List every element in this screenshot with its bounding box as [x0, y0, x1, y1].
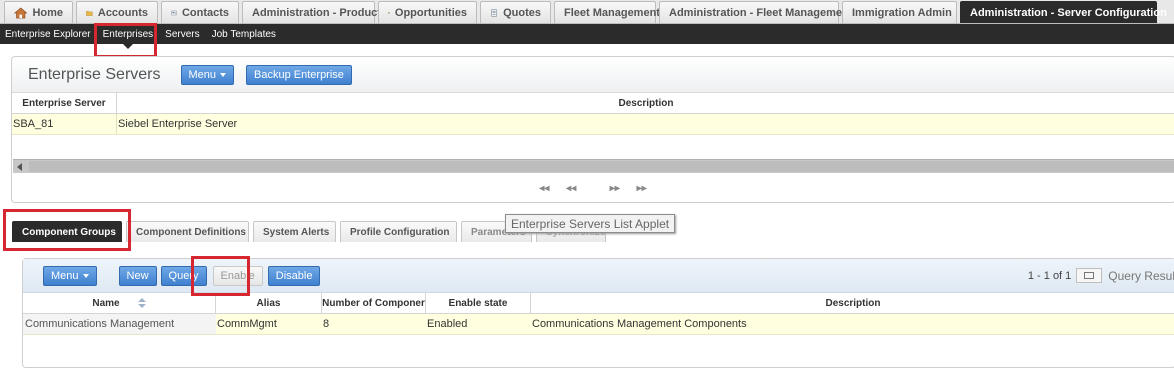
record-count: 1 - 1 of 1	[1027, 269, 1072, 282]
table-row[interactable]: Communications Management CommMgmt 8 Ena…	[23, 314, 1174, 335]
subnav-servers[interactable]: Servers	[165, 29, 199, 40]
pagination-controls: ◂◂ ◂◂ ▸▸ ▸▸	[12, 183, 1174, 194]
tab-contacts[interactable]: Contacts	[161, 1, 239, 23]
cell-alias[interactable]: CommMgmt	[216, 314, 322, 334]
cell-enterprise-server[interactable]: SBA_81	[12, 114, 117, 134]
column-header-name-label: Name	[92, 297, 120, 309]
home-icon	[14, 7, 28, 18]
column-header-alias[interactable]: Alias	[216, 293, 322, 313]
contacts-icon	[171, 10, 177, 15]
component-grid-header: Name Alias Number of Componer Enable sta…	[23, 293, 1174, 314]
cell-name[interactable]: Communications Management	[23, 314, 216, 334]
component-groups-toolbar: Menu New Query Enable Disable 1 - 1 of 1…	[23, 259, 1174, 293]
tab-accounts-label: Accounts	[97, 6, 148, 19]
tab-fleet-management-label: Fleet Management	[564, 6, 660, 19]
record-count-area: 1 - 1 of 1 Query Resul	[1028, 268, 1174, 283]
chevron-down-icon	[220, 72, 227, 77]
tab-accounts[interactable]: Accounts	[76, 1, 158, 23]
previous-page-icon[interactable]: ◂◂	[566, 183, 576, 194]
enable-button[interactable]: Enable	[212, 265, 263, 286]
menu-button[interactable]: Menu	[180, 64, 235, 85]
component-groups-applet: Menu New Query Enable Disable 1 - 1 of 1…	[22, 258, 1174, 368]
enterprise-grid-header: Enterprise Server Description	[12, 93, 1174, 114]
tab-component-groups[interactable]: Component Groups	[12, 221, 122, 242]
quotes-icon	[491, 8, 497, 17]
applet-title: Enterprise Servers	[28, 65, 161, 83]
query-button[interactable]: Query	[160, 265, 207, 286]
new-button[interactable]: New	[118, 265, 157, 286]
tab-administration-server-configuration-label: Administration - Server Configuration	[970, 6, 1167, 19]
component-menu-button[interactable]: Menu	[43, 265, 97, 286]
opportunities-icon	[388, 11, 390, 14]
tab-fleet-management[interactable]: Fleet Management	[554, 1, 660, 23]
tab-quotes-label: Quotes	[503, 6, 541, 19]
applet-tooltip: Enterprise Servers List Applet	[505, 214, 676, 233]
tab-administration-server-configuration[interactable]: Administration - Server Configuration	[960, 1, 1167, 23]
subnav-enterprise-explorer[interactable]: Enterprise Explorer	[5, 29, 91, 40]
tab-home[interactable]: Home	[4, 1, 73, 23]
cell-number-of-components[interactable]: 8	[322, 314, 426, 334]
tab-component-definitions[interactable]: Component Definitions	[126, 221, 249, 242]
tab-quotes[interactable]: Quotes	[480, 1, 551, 23]
scrollbar-thumb[interactable]	[29, 161, 1174, 172]
scroll-left-icon[interactable]	[17, 163, 22, 171]
first-page-icon[interactable]: ◂◂	[539, 183, 549, 194]
folder-icon	[86, 10, 93, 16]
tab-immigration-admin[interactable]: Immigration Admin	[842, 1, 957, 23]
sort-icon[interactable]	[138, 298, 146, 308]
tab-administration-product[interactable]: Administration - Product	[242, 1, 381, 23]
record-count-icon[interactable]	[1076, 268, 1103, 283]
tab-contacts-label: Contacts	[181, 6, 229, 19]
tab-system-alerts[interactable]: System Alerts	[253, 221, 336, 242]
subnav-job-templates[interactable]: Job Templates	[212, 29, 276, 40]
cell-component-description[interactable]: Communications Management Components	[531, 314, 1174, 334]
enterprise-servers-header: Enterprise Servers Menu Backup Enterpris…	[12, 57, 1174, 93]
tab-home-label: Home	[32, 6, 63, 19]
tab-administration-product-label: Administration - Product	[252, 6, 381, 19]
last-page-icon[interactable]: ▸▸	[637, 183, 647, 194]
table-row[interactable]: SBA_81 Siebel Enterprise Server	[12, 114, 1174, 135]
cell-description[interactable]: Siebel Enterprise Server	[117, 114, 1174, 134]
enterprise-servers-applet: Enterprise Servers Menu Backup Enterpris…	[11, 56, 1174, 203]
column-header-enable-state[interactable]: Enable state	[426, 293, 531, 313]
tab-immigration-admin-label: Immigration Admin	[852, 6, 952, 19]
cell-enable-state[interactable]: Enabled	[426, 314, 531, 334]
column-header-name[interactable]: Name	[23, 293, 216, 313]
next-page-icon[interactable]: ▸▸	[610, 183, 620, 194]
component-menu-button-label: Menu	[51, 269, 79, 282]
subnav-enterprises[interactable]: Enterprises	[103, 29, 153, 49]
tab-opportunities[interactable]: Opportunities	[378, 1, 477, 23]
chevron-down-icon	[82, 273, 89, 278]
column-header-component-description[interactable]: Description	[531, 293, 1174, 313]
column-header-enterprise-server[interactable]: Enterprise Server	[12, 93, 117, 113]
sub-navigation: Enterprise Explorer Enterprises Servers …	[0, 24, 1174, 49]
tab-profile-configuration[interactable]: Profile Configuration	[340, 221, 457, 242]
column-header-number-of-components[interactable]: Number of Componer	[322, 293, 426, 313]
disable-button[interactable]: Disable	[267, 265, 321, 286]
backup-enterprise-button[interactable]: Backup Enterprise	[246, 64, 352, 85]
column-header-description[interactable]: Description	[117, 93, 1174, 113]
tab-opportunities-label: Opportunities	[394, 6, 467, 19]
top-tab-bar: Home Accounts Contacts Administration - …	[0, 0, 1174, 24]
tab-administration-fleet-management-label: Administration - Fleet Management	[669, 6, 853, 19]
horizontal-scrollbar[interactable]	[13, 159, 1174, 173]
menu-button-label: Menu	[188, 68, 217, 81]
tab-administration-fleet-management[interactable]: Administration - Fleet Management	[659, 1, 852, 23]
query-results-label: Query Resul	[1108, 268, 1174, 283]
